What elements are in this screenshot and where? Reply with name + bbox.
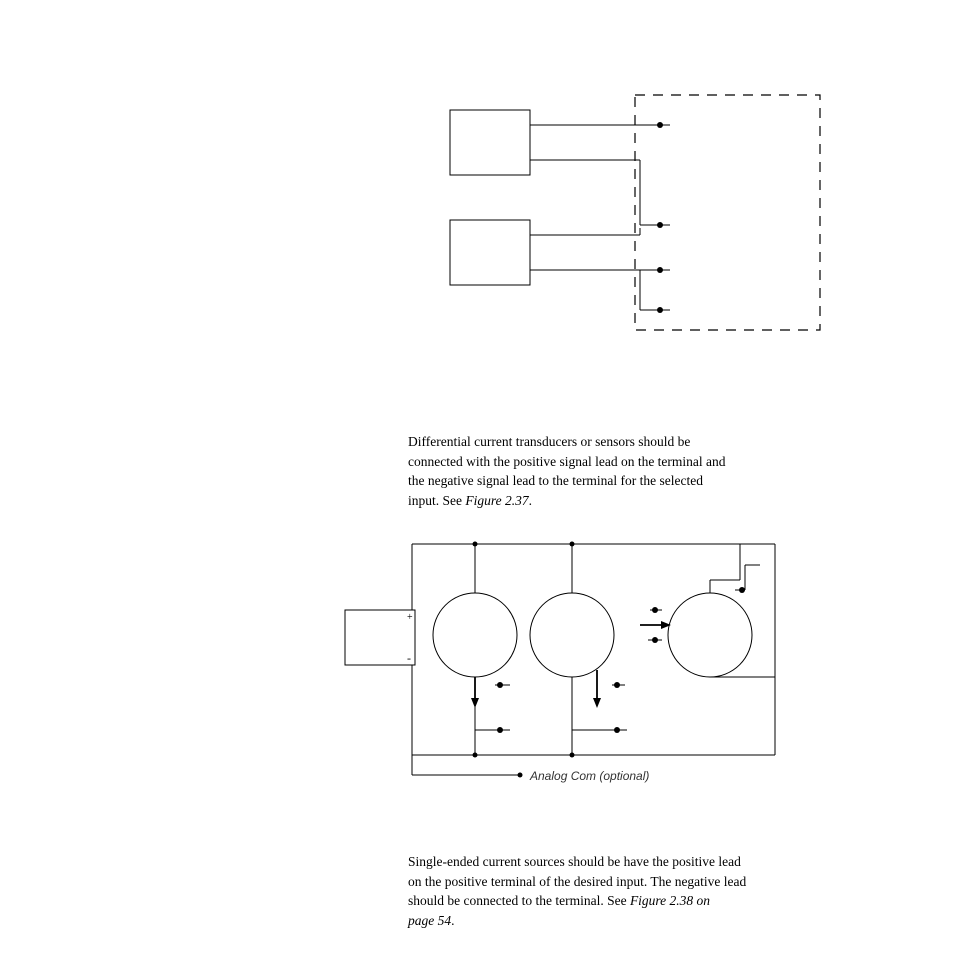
para2-line1: Single-ended current sources should be h… (408, 854, 741, 869)
diagram-top (0, 0, 954, 380)
para1-line3: the negative signal lead to the terminal… (408, 473, 703, 488)
paragraph-single-ended: Single-ended current sources should be h… (408, 852, 838, 930)
para1-figure-ref: Figure 2.37 (465, 493, 528, 508)
para1-line2: connected with the positive signal lead … (408, 454, 726, 469)
para2-line4-suffix: . (451, 913, 454, 928)
analog-com-label: Analog Com (optional) (530, 769, 649, 783)
para1-line1: Differential current transducers or sens… (408, 434, 690, 449)
svg-text:+: + (407, 612, 413, 623)
para2-line2: on the positive terminal of the desired … (408, 874, 746, 889)
svg-text:-: - (407, 651, 411, 665)
paragraph-differential: Differential current transducers or sens… (408, 432, 838, 510)
para2-figure-ref-a: Figure 2.38 on (630, 893, 710, 908)
diagram-bottom: + - (0, 510, 954, 860)
para1-line4-suffix: . (529, 493, 532, 508)
para1-line4-prefix: input. See (408, 493, 465, 508)
para2-line3-prefix: should be connected to the terminal. See (408, 893, 630, 908)
para2-figure-ref-b: page 54 (408, 913, 451, 928)
